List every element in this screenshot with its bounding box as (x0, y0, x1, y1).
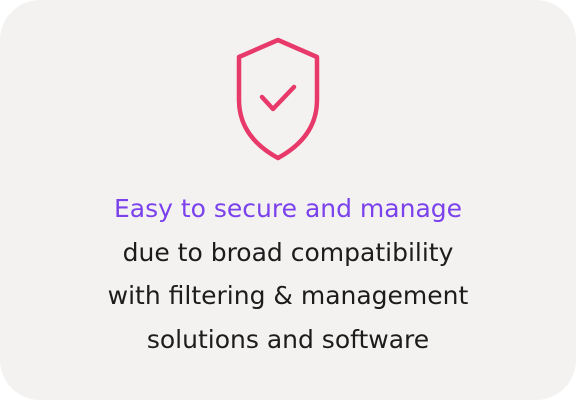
shield-check-icon (235, 36, 321, 162)
feature-card: Easy to secure and manage due to broad c… (0, 0, 576, 400)
feature-body-line-1: due to broad compatibility (122, 237, 454, 267)
feature-body-line-3: solutions and software (146, 324, 430, 354)
feature-body-line-2: with filtering & management (107, 281, 469, 310)
feature-description: Easy to secure and manage due to broad c… (0, 187, 576, 361)
feature-headline: Easy to secure and manage (113, 194, 463, 223)
